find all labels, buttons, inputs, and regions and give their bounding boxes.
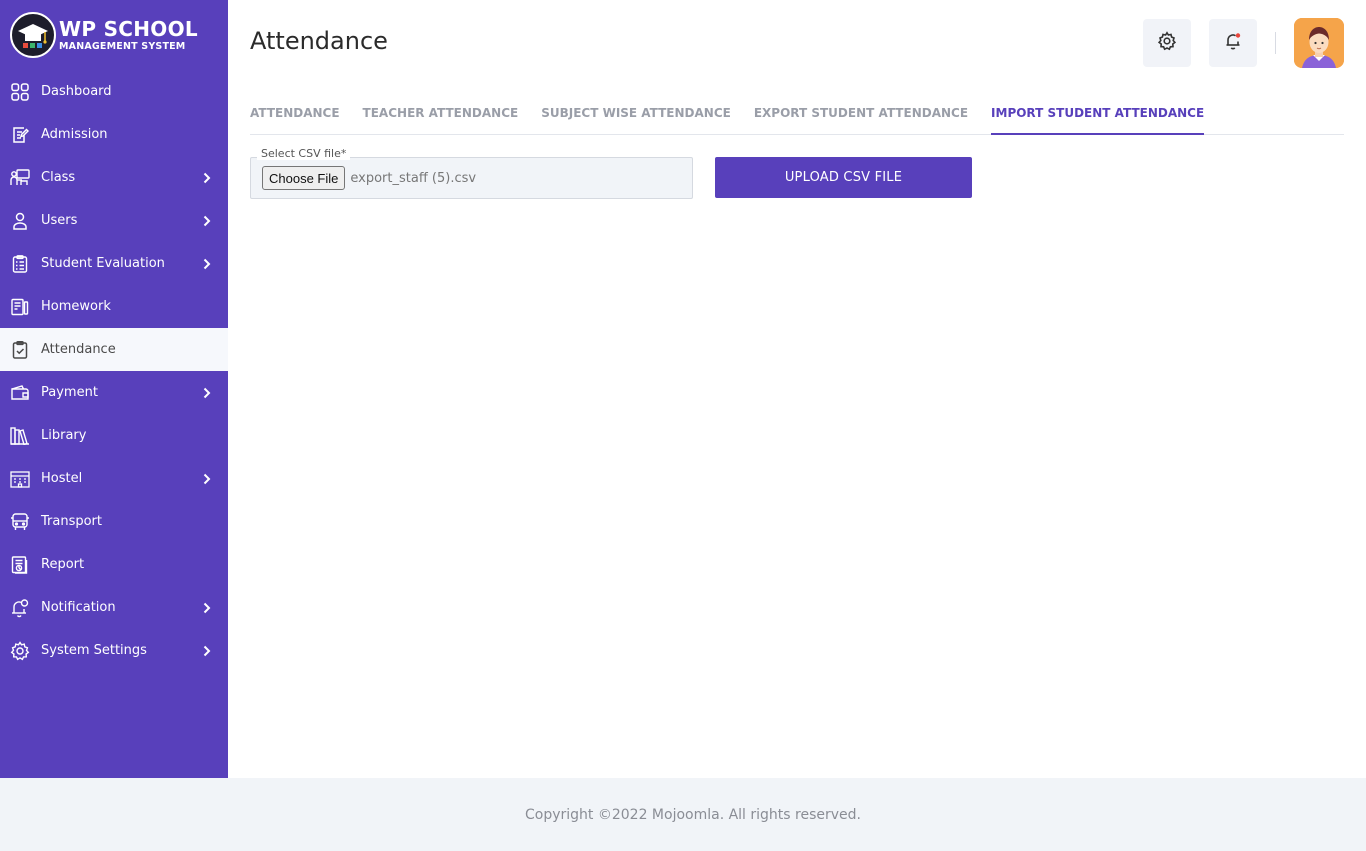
gear-icon	[1157, 31, 1177, 55]
sidebar-item-label: Class	[41, 170, 76, 185]
sidebar-item-hostel[interactable]: Hostel	[0, 457, 228, 500]
sidebar-item-label: Dashboard	[41, 84, 112, 99]
main-content: Attendance ATTENDANCE TEACHER ATTENDANCE…	[228, 0, 1366, 778]
avatar[interactable]	[1294, 18, 1344, 68]
sidebar-item-label: Payment	[41, 385, 98, 400]
brand-logo[interactable]: WP SCHOOL MANAGEMENT SYSTEM	[0, 0, 228, 70]
chevron-right-icon	[200, 214, 214, 228]
chevron-right-icon	[200, 601, 214, 615]
chevron-right-icon	[200, 386, 214, 400]
sidebar-item-class[interactable]: Class	[0, 156, 228, 199]
sidebar-item-admission[interactable]: Admission	[0, 113, 228, 156]
chevron-right-icon	[200, 644, 214, 658]
csv-file-label: Select CSV file*	[257, 147, 351, 160]
sidebar-item-homework[interactable]: Homework	[0, 285, 228, 328]
header-actions	[1125, 18, 1344, 68]
sidebar-item-system-settings[interactable]: System Settings	[0, 629, 228, 672]
grid-icon	[10, 82, 30, 102]
selected-file-name: export_staff (5).csv	[350, 170, 477, 186]
sidebar-item-student-evaluation[interactable]: Student Evaluation	[0, 242, 228, 285]
sidebar-item-label: Hostel	[41, 471, 83, 486]
sidebar-item-report[interactable]: Report	[0, 543, 228, 586]
tab-attendance[interactable]: ATTENDANCE	[250, 92, 340, 135]
copyright-text: Copyright ©2022 Mojoomla. All rights res…	[524, 806, 861, 823]
bus-icon	[10, 512, 30, 532]
chevron-right-icon	[200, 472, 214, 486]
header-divider	[1275, 32, 1276, 54]
sidebar-item-attendance[interactable]: Attendance	[0, 328, 228, 371]
sidebar-item-label: System Settings	[41, 643, 147, 658]
footer: Copyright ©2022 Mojoomla. All rights res…	[0, 778, 1366, 851]
sidebar-item-label: Transport	[41, 514, 103, 529]
clipboard-check-icon	[10, 340, 30, 360]
sidebar-item-label: Admission	[41, 127, 108, 142]
sidebar-item-label: Homework	[41, 299, 111, 314]
choose-file-button[interactable]: Choose File	[262, 166, 346, 190]
gear-icon	[10, 640, 30, 661]
sidebar-item-transport[interactable]: Transport	[0, 500, 228, 543]
edit-document-icon	[10, 125, 30, 145]
csv-file-field: Select CSV file* Choose File export_staf…	[250, 147, 693, 199]
sidebar-item-label: Notification	[41, 600, 116, 615]
sidebar-item-notification[interactable]: Notification	[0, 586, 228, 629]
user-icon	[10, 211, 30, 231]
wallet-icon	[10, 383, 30, 403]
upload-csv-button[interactable]: UPLOAD CSV FILE	[715, 157, 972, 198]
tab-import-student-attendance[interactable]: IMPORT STUDENT ATTENDANCE	[991, 92, 1205, 135]
tab-teacher-attendance[interactable]: TEACHER ATTENDANCE	[363, 92, 519, 135]
classroom-icon	[10, 168, 30, 188]
chevron-right-icon	[200, 171, 214, 185]
building-icon	[10, 469, 30, 489]
brand-title: WP SCHOOL	[59, 16, 198, 41]
sidebar: WP SCHOOL MANAGEMENT SYSTEM Dashboard Ad…	[0, 0, 228, 778]
sidebar-item-label: Report	[41, 557, 85, 572]
homework-icon	[10, 297, 30, 317]
sidebar-item-label: Student Evaluation	[41, 256, 165, 271]
sidebar-item-users[interactable]: Users	[0, 199, 228, 242]
settings-button[interactable]	[1143, 19, 1191, 67]
checklist-icon	[10, 254, 30, 274]
report-icon	[10, 555, 30, 575]
chevron-right-icon	[200, 257, 214, 271]
attendance-tabs: ATTENDANCE TEACHER ATTENDANCE SUBJECT WI…	[250, 92, 1344, 135]
books-icon	[10, 426, 30, 446]
sidebar-nav: Dashboard Admission Class Users Student …	[0, 70, 228, 672]
bell-icon	[10, 598, 30, 618]
sidebar-item-dashboard[interactable]: Dashboard	[0, 70, 228, 113]
tab-export-student-attendance[interactable]: EXPORT STUDENT ATTENDANCE	[754, 92, 968, 135]
tab-subject-wise-attendance[interactable]: SUBJECT WISE ATTENDANCE	[541, 92, 731, 135]
sidebar-item-library[interactable]: Library	[0, 414, 228, 457]
brand-subtitle: MANAGEMENT SYSTEM	[59, 40, 186, 52]
school-logo-icon	[10, 12, 56, 58]
notifications-button[interactable]	[1209, 19, 1257, 67]
page-title: Attendance	[250, 27, 388, 55]
sidebar-item-payment[interactable]: Payment	[0, 371, 228, 414]
sidebar-item-label: Users	[41, 213, 78, 228]
sidebar-item-label: Attendance	[41, 342, 116, 357]
bell-icon	[1223, 31, 1243, 55]
sidebar-item-label: Library	[41, 428, 87, 443]
